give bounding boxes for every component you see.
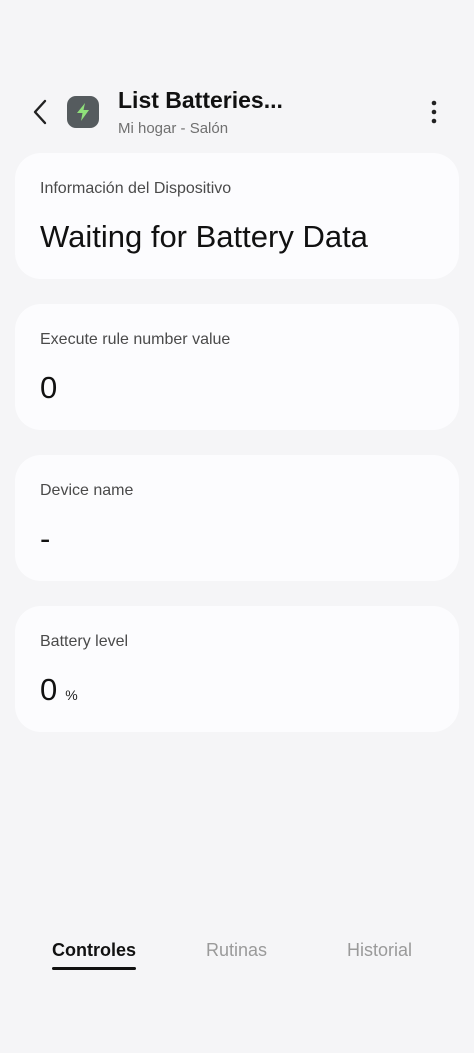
card-value-wrapper: 0% xyxy=(40,672,78,708)
card-label: Información del Dispositivo xyxy=(40,180,232,197)
battery-level-unit: % xyxy=(65,687,78,703)
more-options-button[interactable] xyxy=(420,98,448,126)
bottom-tab-bar: Controles Rutinas Historial xyxy=(0,930,474,980)
more-vertical-icon xyxy=(431,100,437,124)
device-info-card[interactable]: Información del Dispositivo Waiting for … xyxy=(15,153,459,279)
page-title: List Batteries... xyxy=(118,87,283,113)
chevron-left-icon xyxy=(33,99,47,125)
card-label: Battery level xyxy=(40,633,129,650)
device-icon xyxy=(67,96,99,128)
tab-label: Controles xyxy=(52,940,137,960)
card-label: Device name xyxy=(40,482,134,499)
battery-level-card[interactable]: Battery level 0% xyxy=(15,606,459,732)
active-tab-indicator xyxy=(52,967,137,970)
tab-label: Rutinas xyxy=(206,940,268,960)
tab-historial[interactable]: Historial xyxy=(347,940,412,961)
tab-rutinas[interactable]: Rutinas xyxy=(206,940,267,961)
card-value: - xyxy=(40,521,51,556)
card-value: Waiting for Battery Data xyxy=(40,219,368,254)
app-header: List Batteries... Mi hogar - Salón xyxy=(0,84,474,144)
execute-rule-card[interactable]: Execute rule number value 0 xyxy=(15,304,459,430)
page-subtitle: Mi hogar - Salón xyxy=(118,120,229,137)
card-value: 0 xyxy=(40,370,58,405)
lightning-bolt-icon xyxy=(77,103,89,121)
tab-label: Historial xyxy=(347,940,413,960)
tab-controles[interactable]: Controles xyxy=(52,940,137,970)
card-label: Execute rule number value xyxy=(40,331,231,348)
back-button[interactable] xyxy=(26,98,54,126)
device-name-card[interactable]: Device name - xyxy=(15,455,459,581)
battery-level-value: 0 xyxy=(40,672,58,707)
